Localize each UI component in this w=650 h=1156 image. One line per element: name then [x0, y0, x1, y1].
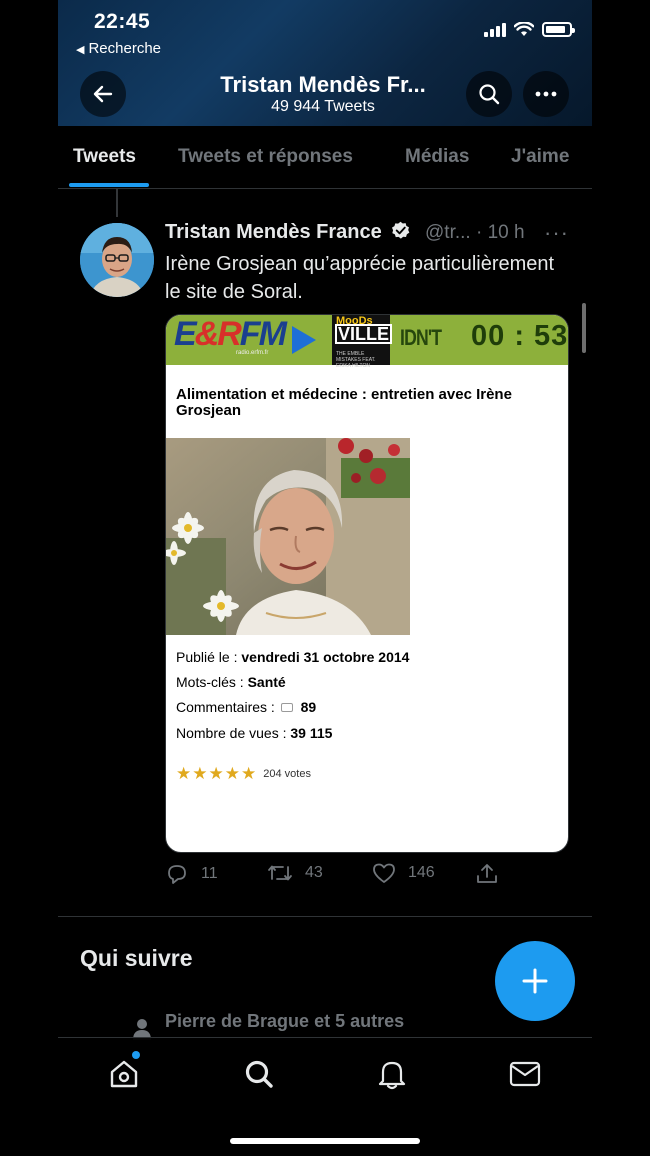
retweet-count: 43: [305, 864, 323, 881]
status-time: 22:45: [94, 10, 151, 33]
tab-likes[interactable]: J'aime: [511, 146, 569, 168]
back-button[interactable]: [80, 71, 126, 117]
heart-icon: [373, 863, 395, 883]
active-tab-indicator: [69, 183, 149, 187]
compose-tweet-button[interactable]: [495, 941, 575, 1021]
back-app-label: Recherche: [88, 40, 162, 57]
wifi-icon: [514, 22, 534, 36]
cellular-signal-icon: [484, 22, 506, 37]
rating-stars: ★ ★ ★ ★ ★ 204 votes: [176, 765, 311, 782]
follow-suggestion[interactable]: Pierre de Brague et 5 autres: [165, 1011, 404, 1032]
tweet-text: Irène Grosjean qu’apprécie particulièrem…: [165, 253, 555, 303]
like-count: 146: [408, 864, 435, 881]
star-icon: ★: [192, 764, 208, 783]
search-icon: [479, 84, 500, 105]
keywords-label: Mots-clés :: [176, 674, 244, 690]
erfm-logo-sub: radio.erfm.fr: [236, 350, 269, 356]
section-divider: [58, 916, 592, 917]
comments-line: Commentaires : 89: [176, 699, 316, 715]
retweet-button[interactable]: 43: [267, 862, 323, 884]
tweet-actions: 11 43 146: [165, 862, 585, 892]
share-button[interactable]: [475, 862, 499, 886]
scrollbar[interactable]: [582, 303, 586, 353]
nav-messages[interactable]: [507, 1056, 543, 1092]
article-photo: [166, 438, 410, 635]
play-icon: [292, 326, 316, 354]
star-icon: ★: [208, 764, 224, 783]
mail-icon: [509, 1061, 541, 1087]
more-horizontal-icon: [535, 91, 557, 97]
avatar[interactable]: [80, 223, 154, 297]
like-button[interactable]: 146: [372, 862, 435, 884]
keywords-line: Mots-clés : Santé: [176, 674, 286, 690]
share-icon: [477, 864, 497, 883]
tweet-author[interactable]: Tristan Mendès France: [165, 221, 410, 244]
views-label: Nombre de vues :: [176, 725, 287, 741]
keywords-value: Santé: [247, 674, 286, 690]
reply-icon: [168, 865, 186, 884]
handle-and-time: @tr... · 10 h: [425, 222, 525, 243]
radio-banner: E&RFM radio.erfm.fr MooDs VILLE THE EMBL…: [166, 315, 569, 369]
published-value: vendredi 31 octobre 2014: [241, 649, 410, 665]
who-to-follow-title: Qui suivre: [80, 945, 193, 971]
album-small-text: THE EMBLE MISTAKES FEAT. ERIKA HILTON: [336, 351, 376, 369]
status-icons: [484, 22, 575, 37]
bell-icon: [378, 1061, 406, 1090]
home-indicator[interactable]: [230, 1138, 420, 1144]
erfm-logo: E&RFM: [174, 315, 287, 353]
nav-home[interactable]: [106, 1056, 142, 1092]
verified-badge-icon: [392, 221, 410, 239]
star-icon: ★: [176, 764, 192, 783]
article-title: Alimentation et médecine : entretien ave…: [176, 386, 512, 419]
star-icon: ★: [241, 764, 257, 783]
comment-bubble-icon: [280, 703, 293, 712]
comments-value: 89: [300, 699, 317, 715]
back-to-app-link[interactable]: ◀ Recherche: [76, 40, 161, 57]
tweet-media-image[interactable]: E&RFM radio.erfm.fr MooDs VILLE THE EMBL…: [165, 314, 569, 853]
reply-count: 11: [201, 865, 218, 882]
arrow-left-icon: [93, 85, 113, 103]
search-button[interactable]: [466, 71, 512, 117]
app-screen: 22:45 ◀ Recherche Tristan Mendès Fr... 49…: [58, 0, 592, 1156]
back-triangle-icon: ◀: [76, 44, 85, 56]
published-line: Publié le : vendredi 31 octobre 2014: [176, 649, 409, 665]
thread-line: [116, 189, 118, 217]
tab-media[interactable]: Médias: [405, 146, 469, 168]
more-button[interactable]: [523, 71, 569, 117]
playback-timer: 00 : 53: [471, 320, 569, 352]
views-line: Nombre de vues : 39 115: [176, 725, 332, 741]
tweet-more-button[interactable]: ···: [544, 220, 569, 246]
profile-header: 22:45 ◀ Recherche Tristan Mendès Fr... 49…: [58, 0, 592, 126]
published-label: Publié le :: [176, 649, 238, 665]
views-value: 39 115: [290, 725, 333, 741]
plus-icon: [522, 968, 548, 994]
votes-count: 204 votes: [263, 767, 311, 780]
home-notification-dot: [132, 1051, 140, 1059]
retweet-icon: [268, 865, 292, 881]
song-title: IDN'T K: [400, 325, 443, 350]
star-icon: ★: [224, 764, 240, 783]
profile-title: Tristan Mendès Fr...: [220, 72, 426, 97]
battery-icon: [542, 22, 575, 37]
author-name: Tristan Mendès France: [165, 221, 382, 243]
tweet-count: 49 944 Tweets: [271, 98, 375, 115]
tab-tweets[interactable]: Tweets: [73, 146, 136, 168]
search-icon: [245, 1060, 273, 1088]
album-cover: MooDs VILLE THE EMBLE MISTAKES FEAT. ERI…: [332, 315, 393, 369]
bottom-navigation: [58, 1037, 592, 1156]
profile-tabs: Tweets Tweets et réponses Médias J'aime: [58, 126, 592, 189]
nav-notifications[interactable]: [374, 1056, 410, 1092]
album-main-text: VILLE: [335, 324, 393, 344]
tab-tweets-and-replies[interactable]: Tweets et réponses: [178, 146, 353, 168]
reply-button[interactable]: 11: [165, 862, 218, 886]
nav-search[interactable]: [241, 1056, 277, 1092]
comments-label: Commentaires :: [176, 699, 275, 715]
avatar-portrait: [80, 223, 154, 297]
home-icon: [110, 1060, 138, 1088]
